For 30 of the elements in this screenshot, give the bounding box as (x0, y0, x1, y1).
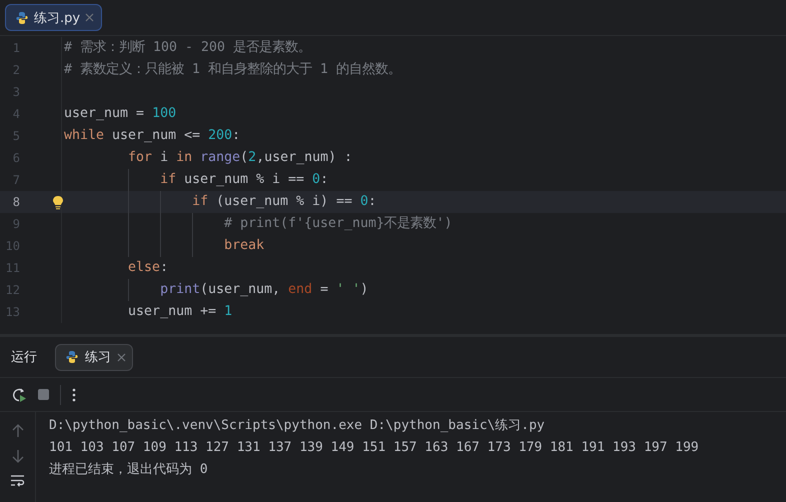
code-line: user_num = 100 (64, 105, 176, 123)
more-icon[interactable] (72, 388, 76, 402)
code-line: else: (127, 259, 168, 277)
python-logo-icon (65, 350, 79, 364)
console-output-line: 进程已结束，退出代码为 0 (49, 461, 209, 479)
arrow-up-icon[interactable] (12, 424, 24, 438)
close-icon[interactable] (117, 352, 126, 362)
run-tab[interactable]: 练习 (55, 344, 133, 370)
console-output-line: D:\python_basic\.venv\Scripts\python.exe D:\python_basic\练习.py (49, 417, 546, 435)
code-line: for i in range(2,user_num) : (127, 149, 352, 167)
panel-title: 运行 (11, 349, 37, 366)
code-line: if user_num % i == 0: (159, 171, 328, 189)
editor-tab[interactable]: 练习.py (5, 4, 102, 31)
code-line: if (user_num % i) == 0: (191, 193, 376, 211)
line-number: 8 (12, 195, 20, 209)
stop-icon[interactable] (38, 389, 49, 400)
code-line: # 素数定义：只能被 1 和自身整除的大于 1 的自然数。 (64, 61, 402, 79)
rerun-icon[interactable] (11, 386, 27, 402)
code-line: user_num += 1 (127, 303, 232, 321)
soft-wrap-icon[interactable] (10, 474, 25, 487)
lightbulb-icon[interactable] (52, 194, 64, 210)
console-output-line: 101 103 107 109 113 127 131 137 139 149 151 157 163 167 173 179 181 191 193 197 199 (49, 439, 699, 457)
code-line: while user_num <= 200: (64, 127, 240, 145)
python-logo-icon (15, 10, 29, 24)
code-line: print(user_num, end = ' ') (159, 281, 368, 299)
close-icon[interactable] (85, 13, 94, 22)
code-line: break (223, 237, 264, 255)
code-line: # print(f'{user_num}不是素数') (223, 215, 452, 233)
code-line: # 需求：判断 100 - 200 是否是素数。 (64, 39, 312, 57)
arrow-down-icon[interactable] (12, 449, 24, 463)
